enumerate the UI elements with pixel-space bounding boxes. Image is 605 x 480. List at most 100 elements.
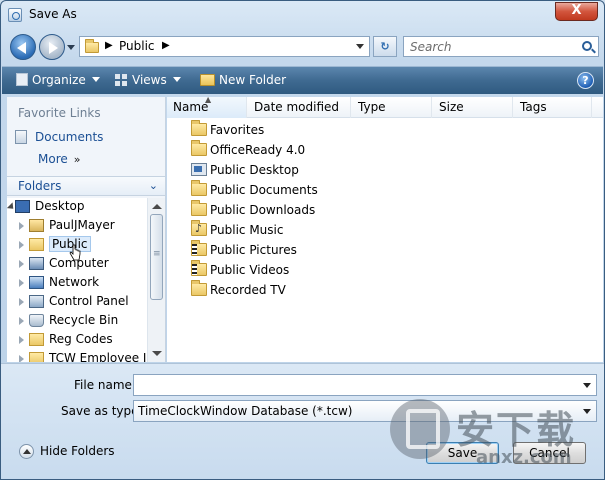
folder-tree-label: PaulJMayer xyxy=(49,218,115,232)
expand-arrow-icon[interactable] xyxy=(19,298,24,306)
address-bar[interactable]: ▶ Public ▶ xyxy=(79,36,370,57)
breadcrumb-separator-icon[interactable]: ▶ xyxy=(105,40,113,51)
navigation-pane: Favorite Links Documents More » Folders ⌄… xyxy=(7,97,166,362)
new-folder-button[interactable]: New Folder xyxy=(200,73,286,87)
file-name-label: File name: xyxy=(74,378,136,392)
recent-pages-dropdown-icon[interactable] xyxy=(67,45,75,50)
organize-icon xyxy=(16,73,28,86)
chevron-down-icon[interactable] xyxy=(583,409,591,414)
file-list-item[interactable]: Public Desktop xyxy=(191,163,299,183)
folder-tree: Desktop PaulJMayer Public Computer Network Co… xyxy=(7,198,147,362)
scroll-thumb[interactable] xyxy=(150,214,163,300)
new-folder-label: New Folder xyxy=(219,73,287,87)
folder-tree-item[interactable]: PaulJMayer xyxy=(7,217,147,236)
folder-tree-label: Reg Codes xyxy=(49,332,113,346)
column-header-name[interactable]: ▲ Name xyxy=(167,95,247,118)
file-name-combobox[interactable] xyxy=(133,374,597,396)
breadcrumb-public[interactable]: Public xyxy=(119,39,155,53)
expand-arrow-icon[interactable] xyxy=(19,222,24,230)
scroll-up-icon[interactable] xyxy=(152,204,162,209)
folder-icon xyxy=(191,280,207,296)
computer-icon xyxy=(29,257,44,270)
file-list-item[interactable]: OfficeReady 4.0 xyxy=(191,140,306,163)
expand-arrow-icon[interactable] xyxy=(19,317,24,325)
organize-label: Organize xyxy=(32,73,86,87)
file-list-item[interactable]: Public Documents xyxy=(191,180,318,203)
hide-folders-button[interactable]: Hide Folders xyxy=(19,444,115,459)
scroll-down-icon[interactable] xyxy=(152,351,162,356)
column-label: Tags xyxy=(520,100,547,114)
file-list-item[interactable]: Public Downloads xyxy=(191,200,315,223)
folders-header[interactable]: Folders ⌄ xyxy=(7,176,165,196)
file-list-item[interactable]: Favorites xyxy=(191,120,265,143)
title-bar: Save As X xyxy=(1,1,604,29)
file-list-item[interactable]: Recorded TV xyxy=(191,280,286,303)
views-label: Views xyxy=(132,73,167,87)
folders-label: Folders xyxy=(18,179,62,193)
folder-tree-item[interactable]: Control Panel xyxy=(7,293,147,312)
folder-tree-item[interactable]: TCW Employee Int xyxy=(7,350,147,362)
folder-tree-scrollbar[interactable] xyxy=(147,198,165,362)
column-label: Size xyxy=(439,100,464,114)
folder-icon xyxy=(191,120,207,136)
expand-arrow-icon[interactable] xyxy=(19,279,24,287)
refresh-button[interactable]: ↻ xyxy=(373,36,397,57)
close-button[interactable]: X xyxy=(555,2,598,21)
more-links-button[interactable]: More » xyxy=(38,152,80,166)
views-button[interactable]: Views xyxy=(115,73,181,87)
chevron-down-icon[interactable] xyxy=(583,383,591,388)
expand-arrow-icon[interactable] xyxy=(19,241,24,249)
folder-icon xyxy=(29,352,44,362)
expand-arrow-icon[interactable] xyxy=(19,355,24,362)
sort-ascending-icon: ▲ xyxy=(205,95,212,104)
file-list-item[interactable]: Public Pictures xyxy=(191,240,297,263)
search-input[interactable] xyxy=(408,37,568,56)
more-label: More xyxy=(38,152,68,166)
address-dropdown-icon[interactable] xyxy=(356,44,364,49)
expand-arrow-icon[interactable] xyxy=(19,260,24,268)
file-list-item[interactable]: Public Music xyxy=(191,220,284,243)
favorite-link-documents[interactable]: Documents xyxy=(15,130,103,144)
search-box[interactable] xyxy=(403,36,599,57)
file-name-input[interactable] xyxy=(137,375,577,395)
file-name-label: Favorites xyxy=(210,123,265,137)
column-header-tags[interactable]: Tags xyxy=(514,97,592,118)
folder-tree-item[interactable]: Desktop xyxy=(7,198,147,217)
search-icon[interactable] xyxy=(582,41,592,51)
column-header-size[interactable]: Size xyxy=(433,97,513,118)
folder-tree-item[interactable]: Recycle Bin xyxy=(7,312,147,331)
network-icon xyxy=(29,276,44,289)
save-as-dialog: Save As X ▶ Public ▶ ↻ Organize Views Ne… xyxy=(0,0,605,480)
file-list-item[interactable]: Public Videos xyxy=(191,260,289,283)
column-header-date-modified[interactable]: Date modified xyxy=(248,97,351,118)
file-name-label: Public Music xyxy=(210,223,284,237)
hide-folders-label: Hide Folders xyxy=(40,444,115,458)
folder-tree-item[interactable]: Network xyxy=(7,274,147,293)
column-label: Date modified xyxy=(254,100,340,114)
cancel-button[interactable]: Cancel xyxy=(513,442,586,464)
organize-button[interactable]: Organize xyxy=(16,73,100,87)
app-icon xyxy=(8,8,22,22)
save-button[interactable]: Save xyxy=(426,442,499,464)
folder-tree-label: Desktop xyxy=(35,199,85,213)
expand-arrow-icon[interactable] xyxy=(19,336,24,344)
folder-tree-label: TCW Employee Int xyxy=(49,351,147,362)
save-as-type-select[interactable]: TimeClockWindow Database (*.tcw) xyxy=(133,400,597,422)
folder-icon xyxy=(29,333,44,346)
collapse-up-icon xyxy=(19,444,34,459)
file-name-label: OfficeReady 4.0 xyxy=(210,143,306,157)
save-as-type-label: Save as type: xyxy=(61,404,143,418)
column-header-type[interactable]: Type xyxy=(352,97,432,118)
file-name-label: Recorded TV xyxy=(210,283,286,297)
back-button[interactable] xyxy=(10,34,36,60)
new-folder-icon xyxy=(200,74,215,86)
folder-icon xyxy=(191,180,207,196)
forward-button[interactable] xyxy=(39,34,65,60)
folder-tree-item[interactable]: Reg Codes xyxy=(7,331,147,350)
save-form: File name: Save as type: TimeClockWindow… xyxy=(1,363,604,479)
folder-icon xyxy=(191,140,207,156)
help-icon[interactable]: ? xyxy=(577,72,594,89)
hand-cursor-icon xyxy=(69,244,81,261)
folder-tree-label: Network xyxy=(49,275,100,289)
breadcrumb-separator-icon[interactable]: ▶ xyxy=(162,40,170,51)
